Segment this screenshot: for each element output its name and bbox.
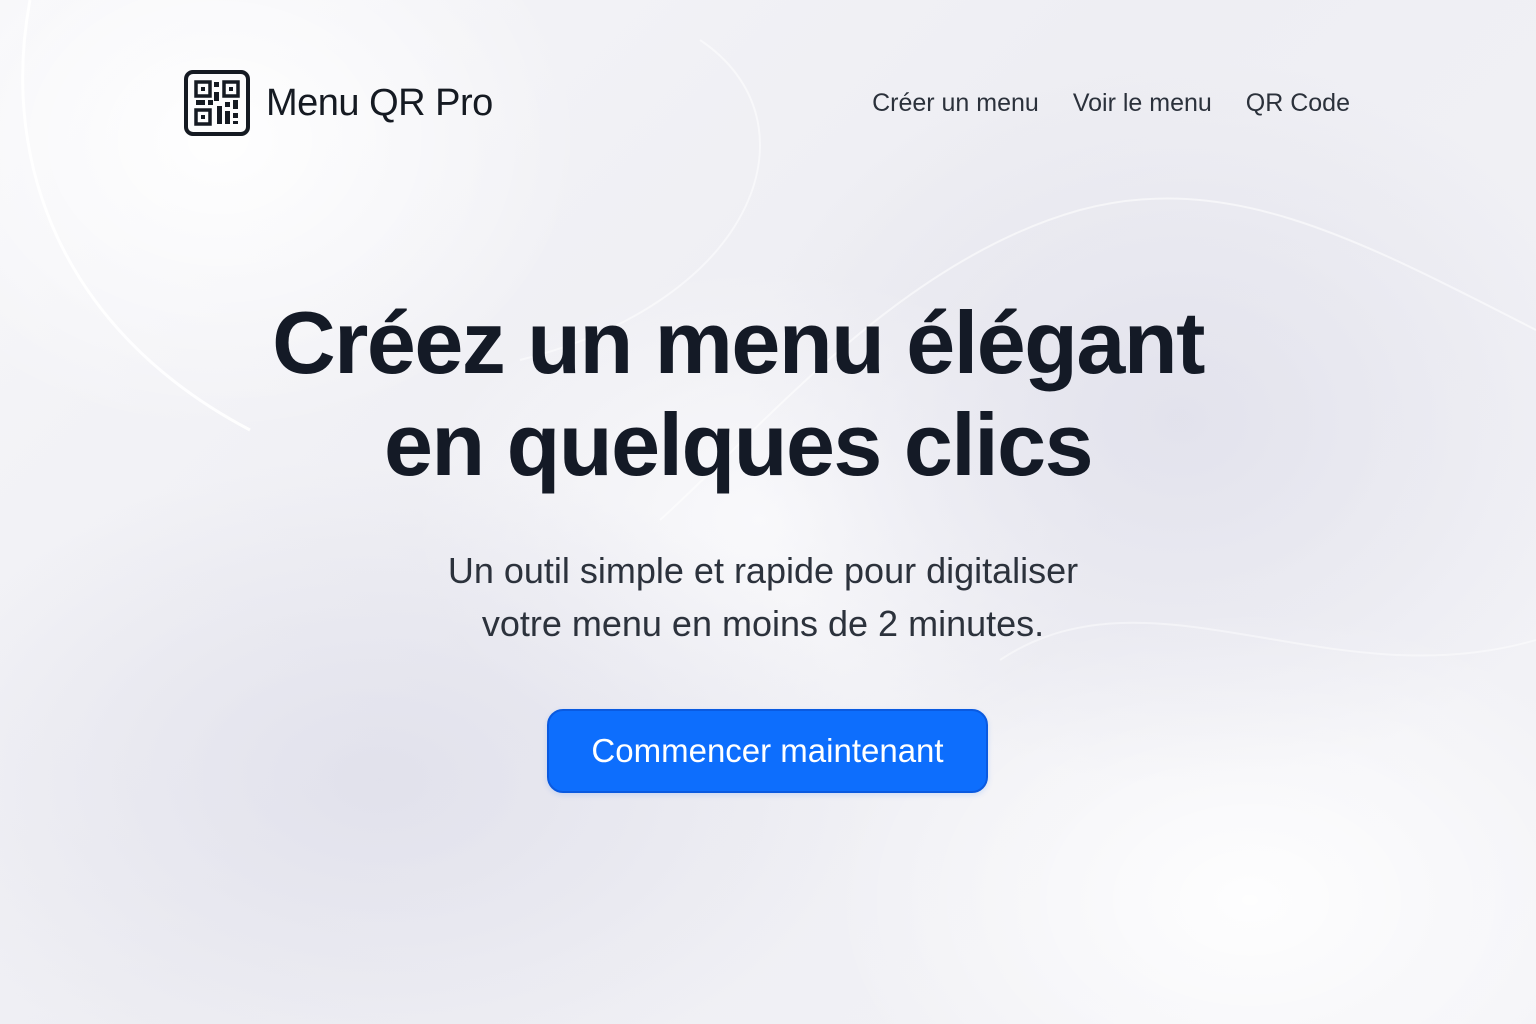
hero-subtitle-line-1: Un outil simple et rapide pour digitalis… [447, 550, 1079, 591]
nav-link-view-menu[interactable]: Voir le menu [1073, 89, 1212, 118]
hero-title: Créez un menu élégant en quelques clics [238, 292, 1238, 496]
nav-link-qr-code[interactable]: QR Code [1246, 89, 1350, 118]
hero-subtitle: Un outil simple et rapide pour digitalis… [383, 544, 1143, 650]
hero-title-line-1: Créez un menu élégant [272, 293, 1205, 392]
brand-name: Menu QR Pro [266, 81, 493, 124]
qr-code-icon [184, 70, 250, 136]
nav-link-create-menu[interactable]: Créer un menu [872, 89, 1039, 118]
start-now-button[interactable]: Commencer maintenant [547, 709, 988, 793]
brand-logo-link[interactable]: Menu QR Pro [184, 70, 493, 136]
hero-title-line-2: en quelques clics [383, 395, 1094, 494]
main-nav: Créer un menu Voir le menu QR Code [872, 89, 1350, 118]
hero-subtitle-line-2: votre menu en moins de 2 minutes. [481, 603, 1045, 644]
hero-section: Créez un menu élégant en quelques clics … [0, 292, 1536, 650]
top-header: Menu QR Pro Créer un menu Voir le menu Q… [184, 70, 1350, 136]
